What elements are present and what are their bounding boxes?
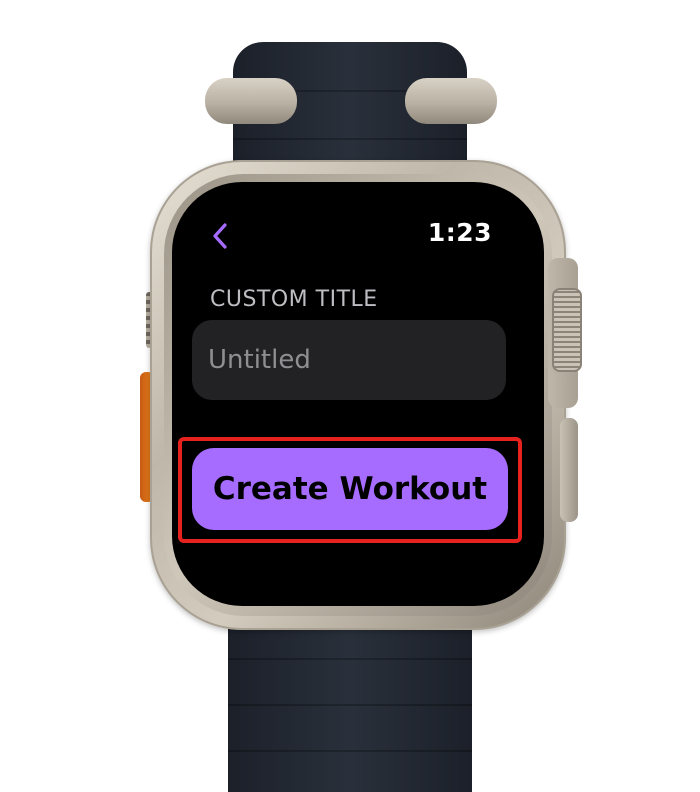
digital-crown[interactable] bbox=[552, 288, 582, 372]
back-button[interactable] bbox=[202, 218, 238, 254]
custom-title-label: CUSTOM TITLE bbox=[210, 287, 378, 312]
side-button[interactable] bbox=[560, 418, 578, 522]
watch-band-bottom bbox=[228, 618, 472, 792]
status-time: 1:23 bbox=[427, 218, 492, 247]
watch-lug-right bbox=[405, 78, 497, 124]
create-workout-button[interactable]: Create Workout bbox=[192, 448, 508, 530]
watch-screen: 1:23 CUSTOM TITLE Untitled Create Workou… bbox=[172, 182, 544, 606]
watch-lug-left bbox=[205, 78, 297, 124]
chevron-left-icon bbox=[213, 223, 227, 249]
watch-stage: 1:23 CUSTOM TITLE Untitled Create Workou… bbox=[0, 0, 700, 792]
custom-title-input[interactable]: Untitled bbox=[192, 320, 506, 400]
